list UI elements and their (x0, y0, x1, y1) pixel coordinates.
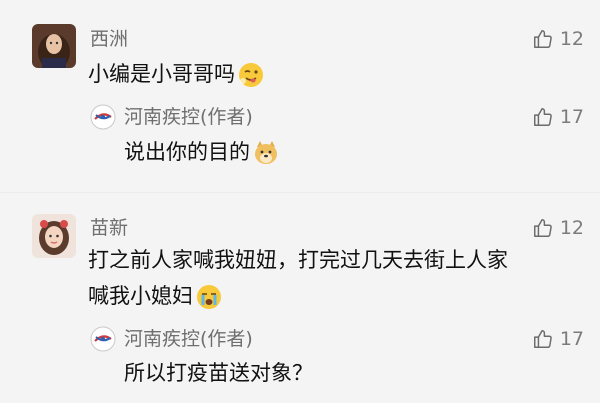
reply-text-content: 说出你的目的 (124, 140, 250, 164)
reply-text: 所以打疫苗送对象？ (124, 361, 313, 385)
wink-tongue-emoji-icon (239, 63, 263, 87)
avatar[interactable] (32, 24, 76, 68)
comment-text: 喊我小媳妇 (88, 278, 223, 314)
avatar[interactable] (32, 214, 76, 258)
comment-author[interactable]: 西洲 (90, 27, 128, 51)
crying-emoji-icon (197, 285, 221, 309)
comment-text-content: 小编是小哥哥吗 (88, 62, 235, 86)
comment-author[interactable]: 苗新 (90, 216, 128, 240)
like-button[interactable]: 12 (532, 27, 584, 51)
like-button[interactable]: 17 (532, 327, 584, 351)
thumbs-up-icon (533, 108, 552, 126)
reply-author[interactable]: 河南疾控(作者) (124, 327, 253, 351)
comment-section: 西洲 12 小编是小哥哥吗 河南疾控(作者) 17 说出你的目的 苗新 12 打… (0, 0, 600, 403)
reply-author[interactable]: 河南疾控(作者) (124, 105, 253, 129)
like-count: 12 (559, 217, 584, 239)
like-button[interactable]: 12 (532, 216, 584, 240)
thumbs-up-icon (533, 30, 552, 48)
comment-text-line: 打之前人家喊我妞妞，打完过几天去街上人家 (88, 248, 508, 272)
thumbs-up-icon (533, 219, 552, 237)
comment-text-content: 喊我小媳妇 (88, 284, 193, 308)
like-button[interactable]: 17 (532, 105, 584, 129)
doge-emoji-icon (255, 141, 277, 164)
like-count: 17 (559, 106, 584, 128)
like-count: 17 (559, 328, 584, 350)
reply-text: 说出你的目的 (124, 134, 280, 170)
like-count: 12 (559, 28, 584, 50)
henan-cdc-logo-icon (90, 326, 116, 352)
henan-cdc-logo-icon (90, 104, 116, 130)
comment-text: 小编是小哥哥吗 (88, 56, 265, 92)
thumbs-up-icon (533, 330, 552, 348)
divider (0, 192, 600, 193)
